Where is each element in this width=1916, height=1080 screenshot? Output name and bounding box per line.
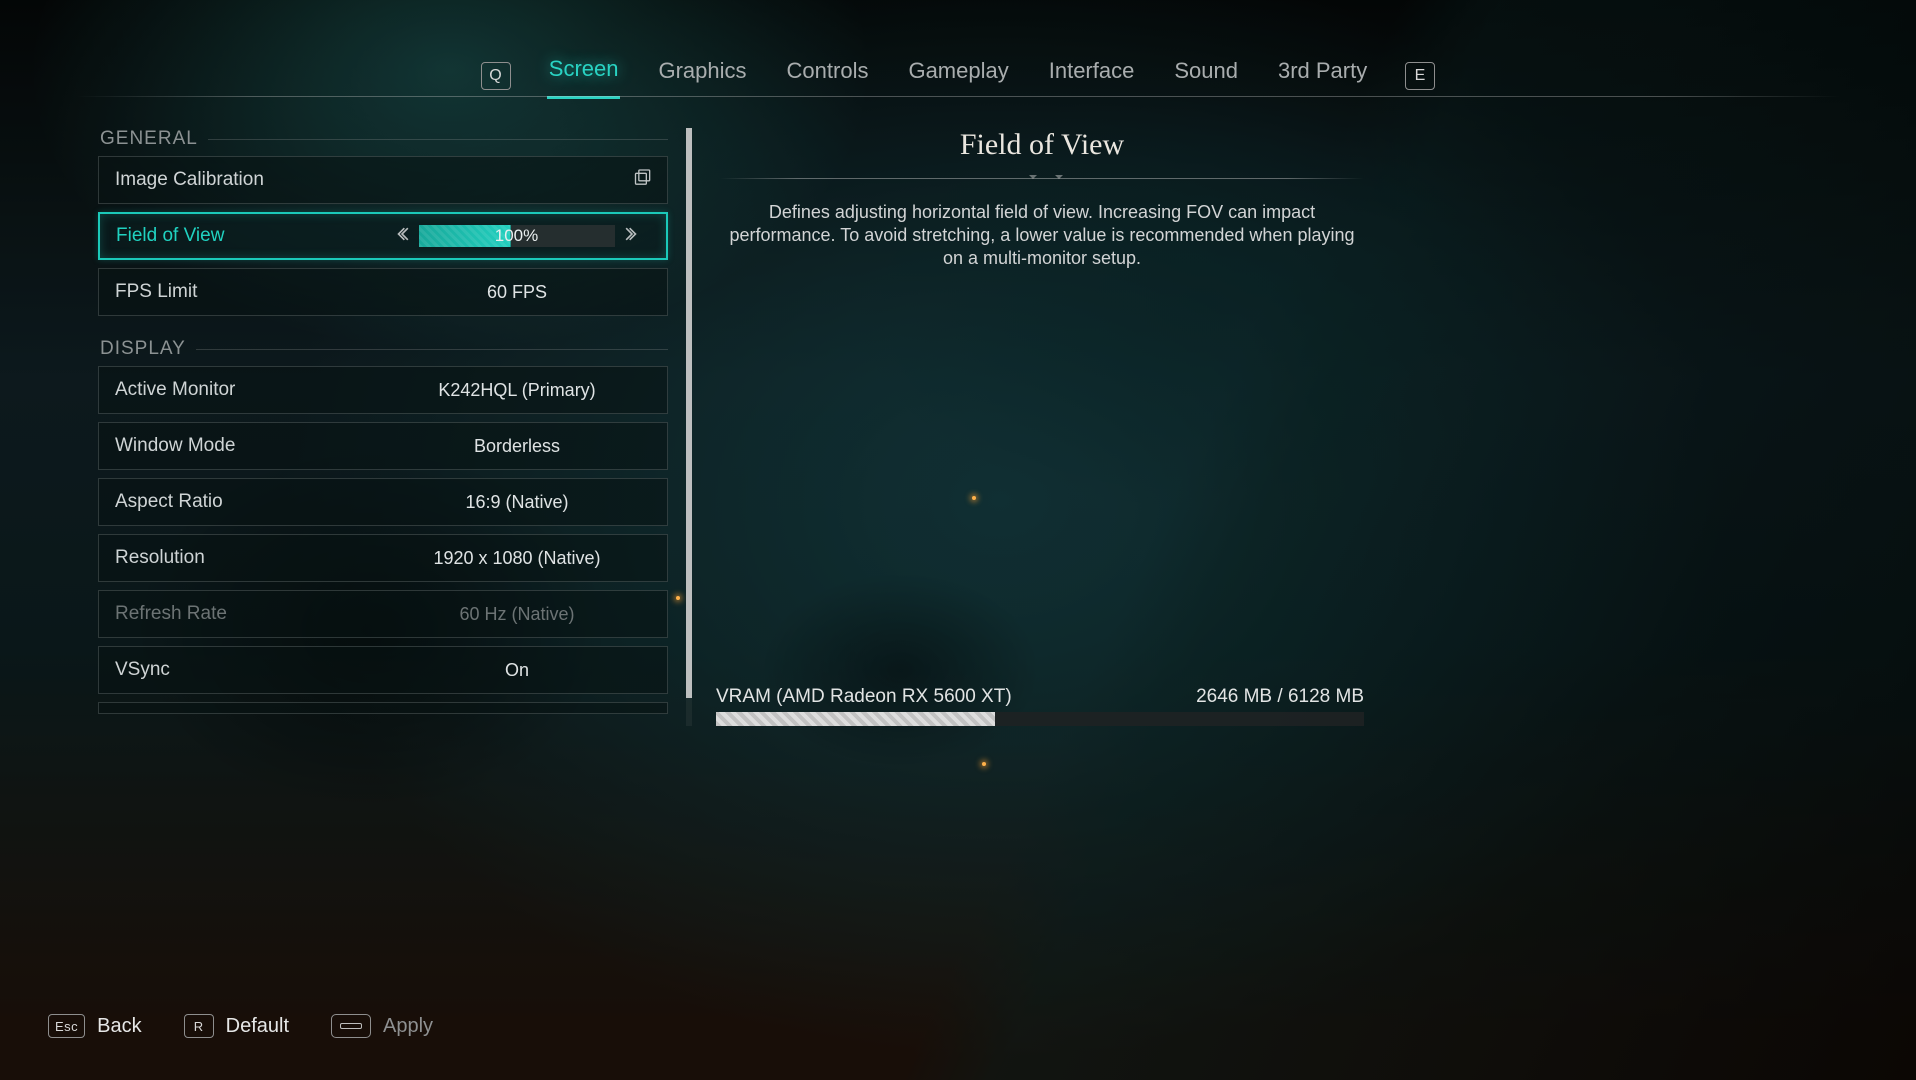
space-key-icon (331, 1014, 371, 1038)
option-active-monitor[interactable]: Active Monitor K242HQL (Primary) (98, 366, 668, 414)
option-row-cutoff[interactable] (98, 702, 668, 714)
info-description: Defines adjusting horizontal field of vi… (716, 201, 1368, 270)
option-value: 60 Hz (Native) (459, 604, 574, 624)
vram-panel: VRAM (AMD Radeon RX 5600 XT) 2646 MB / 6… (716, 686, 1364, 726)
option-label: Aspect Ratio (115, 491, 383, 513)
option-label: FPS Limit (115, 281, 383, 303)
option-label: Image Calibration (115, 169, 383, 191)
tab-underline (76, 96, 1840, 97)
esc-key-icon: Esc (48, 1014, 85, 1038)
info-rule (720, 178, 1364, 179)
tab-interface[interactable]: Interface (1047, 54, 1137, 98)
footer-actions: Esc Back R Default Apply (48, 1014, 433, 1038)
footer-back[interactable]: Esc Back (48, 1014, 142, 1038)
fov-slider[interactable]: 100% (383, 225, 650, 247)
slider-increase-icon[interactable] (625, 227, 639, 246)
footer-default-label: Default (226, 1015, 289, 1038)
vram-bar (716, 712, 1364, 726)
option-value: 1920 x 1080 (Native) (433, 548, 600, 568)
vram-usage-text: 2646 MB / 6128 MB (1196, 686, 1364, 708)
option-fps-limit[interactable]: FPS Limit 60 FPS (98, 268, 668, 316)
section-rule (196, 349, 668, 350)
settings-scrollbar[interactable] (686, 128, 692, 726)
section-title: GENERAL (100, 128, 198, 150)
option-aspect-ratio[interactable]: Aspect Ratio 16:9 (Native) (98, 478, 668, 526)
prev-tab-key[interactable]: Q (481, 62, 511, 90)
option-label: Window Mode (115, 435, 383, 457)
tab-3rd-party[interactable]: 3rd Party (1276, 54, 1369, 98)
option-value: Borderless (474, 436, 560, 456)
vram-label: VRAM (AMD Radeon RX 5600 XT) (716, 686, 1012, 708)
footer-back-label: Back (97, 1015, 141, 1038)
settings-tab-bar: Q Screen Graphics Controls Gameplay Inte… (0, 52, 1916, 99)
slider-track[interactable]: 100% (419, 225, 615, 247)
tab-controls[interactable]: Controls (785, 54, 871, 98)
option-vsync[interactable]: VSync On (98, 646, 668, 694)
option-refresh-rate: Refresh Rate 60 Hz (Native) (98, 590, 668, 638)
section-rule (208, 139, 668, 140)
scrollbar-thumb[interactable] (686, 128, 692, 698)
tab-graphics[interactable]: Graphics (656, 54, 748, 98)
footer-default[interactable]: R Default (184, 1014, 289, 1038)
tab-gameplay[interactable]: Gameplay (906, 54, 1010, 98)
option-value: K242HQL (Primary) (438, 380, 595, 400)
tab-screen[interactable]: Screen (547, 52, 621, 99)
open-submenu-icon (633, 168, 653, 193)
ember-particle (982, 762, 986, 766)
section-title: DISPLAY (100, 338, 186, 360)
settings-left-column: GENERAL Image Calibration Field of View (98, 128, 668, 714)
option-label: VSync (115, 659, 383, 681)
next-tab-key[interactable]: E (1405, 62, 1435, 90)
section-header-display: DISPLAY (100, 338, 668, 360)
info-title: Field of View (716, 128, 1368, 162)
option-value: On (505, 660, 529, 680)
r-key-icon: R (184, 1014, 214, 1038)
option-image-calibration[interactable]: Image Calibration (98, 156, 668, 204)
option-label: Active Monitor (115, 379, 383, 401)
option-label: Resolution (115, 547, 383, 569)
option-value: 16:9 (Native) (465, 492, 568, 512)
section-header-general: GENERAL (100, 128, 668, 150)
slider-decrease-icon[interactable] (395, 227, 409, 246)
option-label: Field of View (116, 225, 383, 247)
slider-value-text: 100% (495, 226, 538, 246)
footer-apply-label: Apply (383, 1015, 433, 1038)
footer-apply: Apply (331, 1014, 433, 1038)
option-window-mode[interactable]: Window Mode Borderless (98, 422, 668, 470)
option-value: 60 FPS (487, 282, 547, 302)
vram-bar-fill (716, 712, 995, 726)
option-info-panel: Field of View Defines adjusting horizont… (716, 128, 1368, 270)
tab-sound[interactable]: Sound (1172, 54, 1240, 98)
option-field-of-view[interactable]: Field of View 100% (98, 212, 668, 260)
option-resolution[interactable]: Resolution 1920 x 1080 (Native) (98, 534, 668, 582)
option-label: Refresh Rate (115, 603, 383, 625)
